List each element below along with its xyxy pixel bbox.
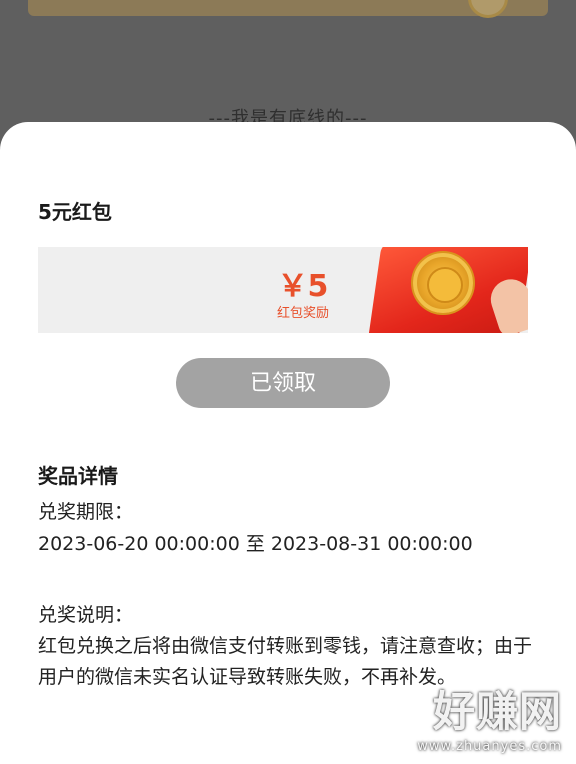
watermark-brand: 好赚网 (432, 687, 562, 736)
site-watermark: 好赚网 www.zhuanyes.com (417, 678, 562, 754)
prize-amount: ￥5 (277, 269, 329, 304)
watermark-domain: www.zhuanyes.com (417, 739, 562, 754)
background-banner (28, 0, 548, 18)
period-label: 兑奖期限： (38, 501, 134, 523)
claimed-button[interactable]: 已领取 (176, 358, 390, 408)
banner-badge-icon (468, 0, 508, 18)
coin-center (427, 267, 463, 303)
reward-title: 5元红包 (38, 200, 112, 224)
details-title: 奖品详情 (38, 464, 118, 488)
description-label: 兑奖说明： (38, 604, 134, 626)
period-value: 2023-06-20 00:00:00 至 2023-08-31 00:00:0… (38, 533, 473, 555)
prize-caption: 红包奖励 (276, 306, 329, 321)
gold-coin-icon (413, 253, 473, 313)
prize-card: ￥5 红包奖励 (38, 247, 528, 333)
reward-detail-sheet: 5元红包 ￥5 红包奖励 已领取 奖品详情 兑奖期限： 2023-06-20 0… (0, 122, 576, 764)
